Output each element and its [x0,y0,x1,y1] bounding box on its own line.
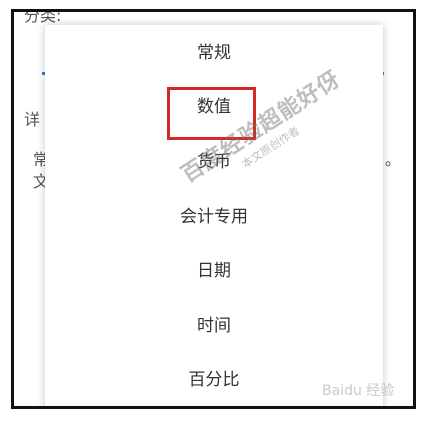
option-currency[interactable]: 货币 [45,150,383,174]
option-time[interactable]: 时间 [45,314,383,338]
highlight-box [167,87,256,140]
category-dropdown-list: 常规 数值 货币 会计专用 日期 时间 百分比 [45,25,383,406]
screenshot-frame: 分类: 详 常 文 。 常规 数值 货币 会计专用 日期 时间 百分比 百度经验… [11,9,416,409]
option-date[interactable]: 日期 [45,259,383,283]
option-accounting[interactable]: 会计专用 [45,205,383,229]
category-label-partial: 分类: [24,9,62,25]
baidu-watermark-logo: Baidu 经验 [322,383,395,399]
option-general[interactable]: 常规 [45,41,383,65]
description-text-end-partial: 。 [385,150,402,169]
detail-label-partial: 详 [24,110,41,129]
